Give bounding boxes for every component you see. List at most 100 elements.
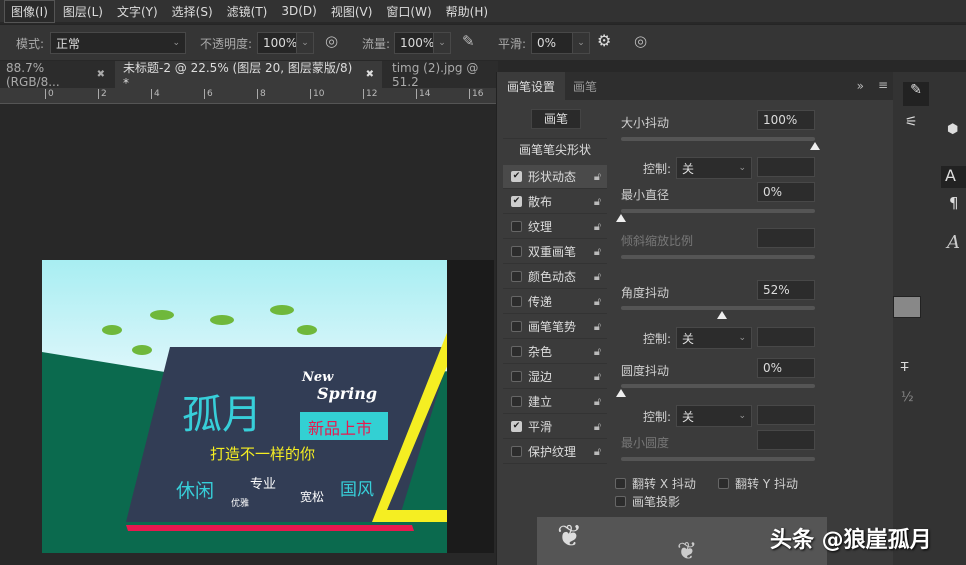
flip-y-checkbox[interactable]: 翻转 Y 抖动 [718,475,798,492]
checkbox[interactable]: ✔ [511,171,522,182]
value-input[interactable]: 0% [757,182,815,202]
smooth-dropdown[interactable]: ⌄ [572,32,590,54]
value-input[interactable] [757,405,815,425]
smooth-input[interactable]: 0% [531,32,573,54]
checkbox[interactable] [511,446,522,457]
paragraph-icon[interactable]: ¶ [949,194,959,212]
brush-option-item[interactable]: 杂色 🔓︎ [503,340,607,364]
min-diameter-slider[interactable] [616,209,815,222]
checkbox[interactable] [511,321,522,332]
menu-item[interactable]: 窗口(W) [380,1,437,22]
value-input[interactable]: 0% [757,358,815,378]
control-select[interactable]: 关 ⌄ [676,327,752,349]
slider-thumb[interactable] [716,311,727,319]
brush-option-item[interactable]: ✔ 平滑 🔓︎ [503,415,607,439]
brush-presets-icon[interactable]: ⚟ [905,114,918,130]
tab-brush[interactable]: 画笔 [563,72,607,100]
brush-option-item[interactable]: 保护纹理 🔓︎ [503,440,607,464]
brush-option-item[interactable]: 画笔笔势 🔓︎ [503,315,607,339]
lock-icon[interactable]: 🔓︎ [594,345,601,359]
menu-item[interactable]: 视图(V) [325,1,379,22]
value-input[interactable] [757,430,815,450]
gear-icon[interactable]: ⚙ [597,31,611,50]
flow-input[interactable]: 100% [394,32,434,54]
checkbox[interactable] [718,478,729,489]
tab-brush-settings[interactable]: 画笔设置 [497,72,566,100]
checkbox[interactable] [511,221,522,232]
checkbox[interactable] [615,478,626,489]
opacity-input[interactable]: 100% [257,32,297,54]
lock-icon[interactable]: 🔓︎ [594,270,601,284]
menu-item[interactable]: 滤镜(T) [221,1,274,22]
close-icon[interactable]: ✖ [366,69,374,80]
value-input[interactable] [757,157,815,177]
min-roundness-slider[interactable] [621,457,815,461]
tab-doc-2[interactable]: 未标题-2 @ 22.5% (图层 20, 图层蒙版/8) * ✖ [115,61,382,90]
checkbox[interactable]: ✔ [511,196,522,207]
brush-presets-button[interactable]: 画笔 [531,109,581,129]
brush-option-item[interactable]: ✔ 散布 🔓︎ [503,190,607,214]
airbrush-icon[interactable]: ✎ [462,32,475,50]
size-jitter-slider[interactable] [621,137,820,150]
opacity-dropdown[interactable]: ⌄ [296,32,314,54]
fraction-icon[interactable]: ½ [901,390,914,405]
lock-icon[interactable]: 🔓︎ [594,220,601,234]
brush-option-item[interactable]: 纹理 🔓︎ [503,215,607,239]
lock-icon[interactable]: 🔓︎ [594,195,601,209]
glyphs-icon[interactable]: A [947,232,960,253]
brush-option-item[interactable]: 湿边 🔓︎ [503,365,607,389]
lock-icon[interactable]: 🔓︎ [594,370,601,384]
menu-item[interactable]: 选择(S) [166,1,219,22]
checkbox[interactable] [511,396,522,407]
menu-item[interactable]: 图层(L) [57,1,109,22]
tab-doc-3[interactable]: timg (2).jpg @ 51.2 [384,61,498,89]
checkbox[interactable]: ✔ [511,421,522,432]
menu-item[interactable]: 文字(Y) [111,1,164,22]
menu-item[interactable]: 帮助(H) [440,1,494,22]
control-select[interactable]: 关 ⌄ [676,405,752,427]
lock-icon[interactable]: 🔓︎ [594,170,601,184]
value-input[interactable] [757,228,815,248]
checkbox[interactable] [615,496,626,507]
lock-icon[interactable]: 🔓︎ [594,295,601,309]
control-select[interactable]: 关 ⌄ [676,157,752,179]
slider-thumb[interactable] [616,389,626,397]
brush-option-item[interactable]: 双重画笔 🔓︎ [503,240,607,264]
brush-option-item[interactable]: 传递 🔓︎ [503,290,607,314]
lock-icon[interactable]: 🔓︎ [594,445,601,459]
brush-option-item[interactable]: 颜色动态 🔓︎ [503,265,607,289]
brush-option-item[interactable]: ✔ 形状动态 🔓︎ [503,165,607,189]
pressure-opacity-icon[interactable]: ◎ [325,32,338,50]
slider-thumb[interactable] [810,142,820,150]
pressure-size-icon[interactable]: ◎ [634,32,647,50]
menu-icon[interactable]: ≡ [878,78,888,92]
angle-jitter-slider[interactable] [621,306,815,319]
brush-settings-icon[interactable]: ✎ [903,82,929,106]
strikethrough-icon[interactable]: T̶ [901,360,908,374]
color-swatch[interactable] [893,296,921,318]
slider-thumb[interactable] [616,214,626,222]
lock-icon[interactable]: 🔓︎ [594,395,601,409]
checkbox[interactable] [511,371,522,382]
close-icon[interactable]: ✖ [97,69,105,80]
brush-option-item[interactable]: 建立 🔓︎ [503,390,607,414]
menu-item[interactable]: 3D(D) [275,2,322,20]
tab-doc-1[interactable]: 88.7%(RGB/8... ✖ [0,61,113,89]
menu-item[interactable]: 图像(I) [4,0,55,23]
lock-icon[interactable]: 🔓︎ [594,245,601,259]
tilt-scale-slider[interactable] [621,255,815,259]
roundness-jitter-slider[interactable] [616,384,815,397]
brush-tip-shape[interactable]: 画笔笔尖形状 [503,138,607,160]
3d-icon[interactable]: ⬢ [947,122,958,137]
flip-x-checkbox[interactable]: 翻转 X 抖动 [615,475,696,492]
collapse-icon[interactable]: » [857,79,864,93]
mode-select[interactable]: 正常 ⌄ [50,32,186,54]
brush-projection-checkbox[interactable]: 画笔投影 [615,493,680,510]
checkbox[interactable] [511,296,522,307]
checkbox[interactable] [511,246,522,257]
value-input[interactable]: 100% [757,110,815,130]
flow-dropdown[interactable]: ⌄ [433,32,451,54]
character-icon[interactable]: A [941,166,966,188]
value-input[interactable]: 52% [757,280,815,300]
checkbox[interactable] [511,271,522,282]
